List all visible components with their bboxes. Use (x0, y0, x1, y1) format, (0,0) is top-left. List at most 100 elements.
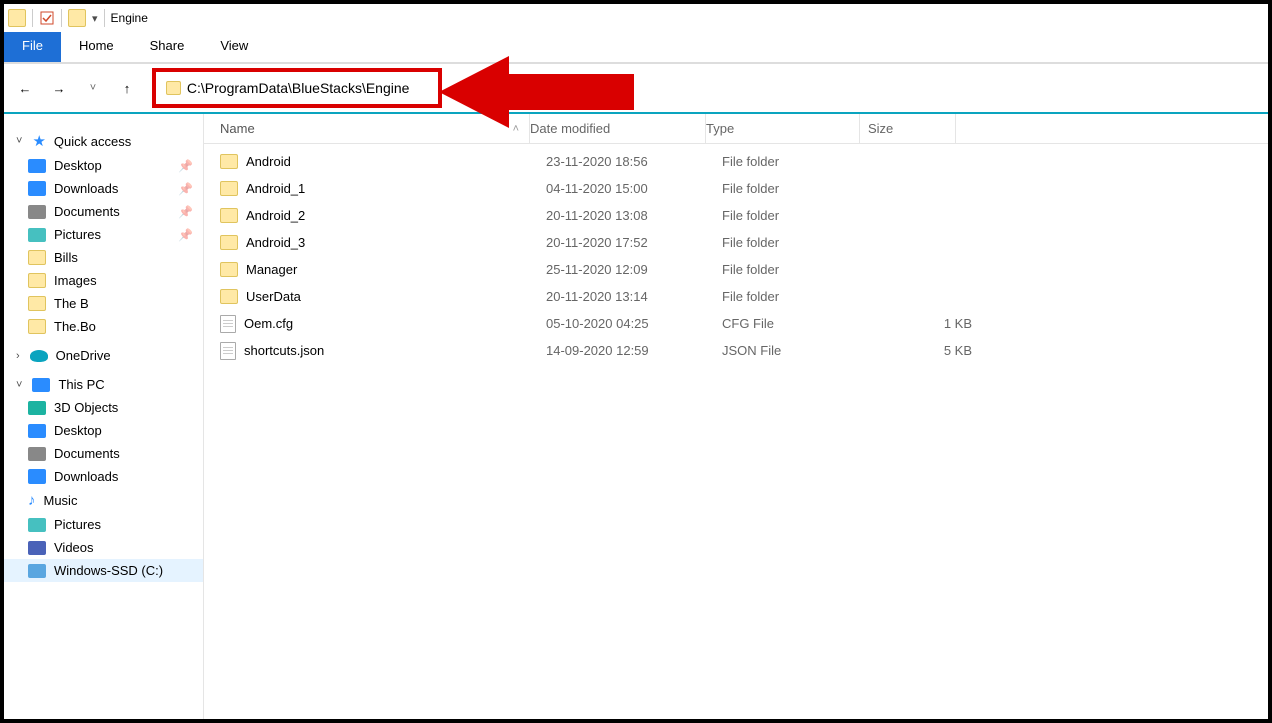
sidebar-item[interactable]: Pictures📌 (4, 223, 203, 246)
video-icon (28, 541, 46, 555)
3d-icon (28, 401, 46, 415)
tab-view[interactable]: View (202, 32, 266, 62)
sort-asc-icon: ˄ (513, 123, 519, 135)
sidebar-item[interactable]: ♪Music (4, 488, 203, 513)
chevron-down-icon: ˅ (16, 379, 22, 391)
qat-customize-icon[interactable]: ▾ (92, 12, 98, 25)
pic-icon (28, 518, 46, 532)
qat-newfolder-icon[interactable] (68, 9, 86, 27)
folder-icon (220, 262, 238, 277)
header-size[interactable]: Size (860, 114, 956, 143)
sidebar-item[interactable]: 3D Objects (4, 396, 203, 419)
chevron-right-icon: › (16, 350, 20, 362)
file-date: 14-09-2020 12:59 (546, 343, 722, 358)
tab-share[interactable]: Share (132, 32, 203, 62)
sidebar-item-label: 3D Objects (54, 400, 118, 415)
nav-back-button[interactable]: ← (16, 81, 34, 96)
sidebar-quick-access[interactable]: ˅ ★ Quick access (4, 128, 203, 154)
folder-icon (28, 273, 46, 288)
file-type: File folder (722, 154, 876, 169)
drive-icon (28, 564, 46, 578)
sidebar-item[interactable]: Videos (4, 536, 203, 559)
sidebar-item[interactable]: Desktop (4, 419, 203, 442)
address-input[interactable] (187, 80, 428, 96)
folder-icon (220, 208, 238, 223)
qat-folder-icon[interactable] (8, 9, 26, 27)
file-size: 5 KB (876, 343, 972, 358)
navigation-pane: ˅ ★ Quick access Desktop📌Downloads📌Docum… (4, 114, 204, 719)
divider (104, 9, 105, 27)
sidebar-item[interactable]: Downloads📌 (4, 177, 203, 200)
sidebar-item-label: Desktop (54, 423, 102, 438)
column-headers: Name˄ Date modified Type Size (204, 114, 1268, 144)
sidebar-item-label: Documents (54, 204, 120, 219)
desktop-icon (28, 159, 46, 173)
divider (61, 9, 62, 27)
nav-recent-dropdown[interactable]: ˅ (84, 82, 102, 94)
file-row[interactable]: Manager 25-11-2020 12:09File folder (204, 256, 1268, 283)
folder-icon (166, 81, 181, 95)
file-name: Oem.cfg (244, 316, 293, 331)
sidebar-item[interactable]: Windows-SSD (C:) (4, 559, 203, 582)
qat-properties-icon[interactable] (39, 10, 55, 26)
file-date: 04-11-2020 15:00 (546, 181, 722, 196)
sidebar-item-label: Pictures (54, 517, 101, 532)
file-row[interactable]: shortcuts.json14-09-2020 12:59JSON File5… (204, 337, 1268, 364)
file-row[interactable]: Oem.cfg05-10-2020 04:25CFG File1 KB (204, 310, 1268, 337)
file-list: Name˄ Date modified Type Size Android23-… (204, 114, 1268, 719)
sidebar-item[interactable]: Documents (4, 442, 203, 465)
sidebar-item-label: Downloads (54, 181, 118, 196)
sidebar-this-pc[interactable]: ˅ This PC (4, 373, 203, 396)
file-type: File folder (722, 208, 876, 223)
file-name: Android_2 (246, 208, 305, 223)
pic-icon (28, 228, 46, 242)
sidebar-label: OneDrive (56, 348, 111, 363)
sidebar-item[interactable]: Pictures (4, 513, 203, 536)
file-row[interactable]: Android23-11-2020 18:56File folder (204, 148, 1268, 175)
sidebar-item[interactable]: Documents📌 (4, 200, 203, 223)
file-name: Android_1 (246, 181, 305, 196)
file-type: File folder (722, 289, 876, 304)
tab-file[interactable]: File (4, 32, 61, 62)
folder-icon (28, 319, 46, 334)
sidebar-item[interactable]: Downloads (4, 465, 203, 488)
nav-forward-button[interactable]: → (50, 81, 68, 96)
nav-up-button[interactable]: ↑ (118, 81, 136, 96)
file-name: Manager (246, 262, 297, 277)
window-title: Engine (111, 11, 148, 25)
sidebar-item[interactable]: Desktop📌 (4, 154, 203, 177)
sidebar-label: Quick access (54, 134, 131, 149)
sidebar-item[interactable]: Images (4, 269, 203, 292)
file-row[interactable]: Android_104-11-2020 15:00File folder (204, 175, 1268, 202)
sidebar-onedrive[interactable]: › OneDrive (4, 344, 203, 367)
file-row[interactable]: Android_320-11-2020 17:52File folder (204, 229, 1268, 256)
pin-icon: 📌 (178, 159, 193, 173)
file-size: 1 KB (876, 316, 972, 331)
file-type: File folder (722, 262, 876, 277)
download-icon (28, 181, 46, 196)
ribbon-tabs: File Home Share View (4, 32, 1268, 62)
file-date: 05-10-2020 04:25 (546, 316, 722, 331)
folder-icon (220, 235, 238, 250)
desktop-icon (28, 424, 46, 438)
header-date[interactable]: Date modified (530, 114, 706, 143)
header-name[interactable]: Name˄ (204, 114, 530, 143)
sidebar-item-label: Bills (54, 250, 78, 265)
file-date: 20-11-2020 13:14 (546, 289, 722, 304)
sidebar-item[interactable]: Bills (4, 246, 203, 269)
address-bar[interactable] (152, 68, 442, 108)
doc-icon (28, 447, 46, 461)
header-type[interactable]: Type (706, 114, 860, 143)
file-date: 23-11-2020 18:56 (546, 154, 722, 169)
file-date: 25-11-2020 12:09 (546, 262, 722, 277)
sidebar-item[interactable]: The B (4, 292, 203, 315)
sidebar-item[interactable]: The.Bo (4, 315, 203, 338)
file-row[interactable]: Android_220-11-2020 13:08File folder (204, 202, 1268, 229)
file-date: 20-11-2020 17:52 (546, 235, 722, 250)
tab-home[interactable]: Home (61, 32, 132, 62)
file-row[interactable]: UserData 20-11-2020 13:14File folder (204, 283, 1268, 310)
file-name: UserData (246, 289, 301, 304)
doc-icon (28, 205, 46, 219)
chevron-down-icon: ˅ (16, 135, 22, 147)
pin-icon: 📌 (178, 228, 193, 242)
